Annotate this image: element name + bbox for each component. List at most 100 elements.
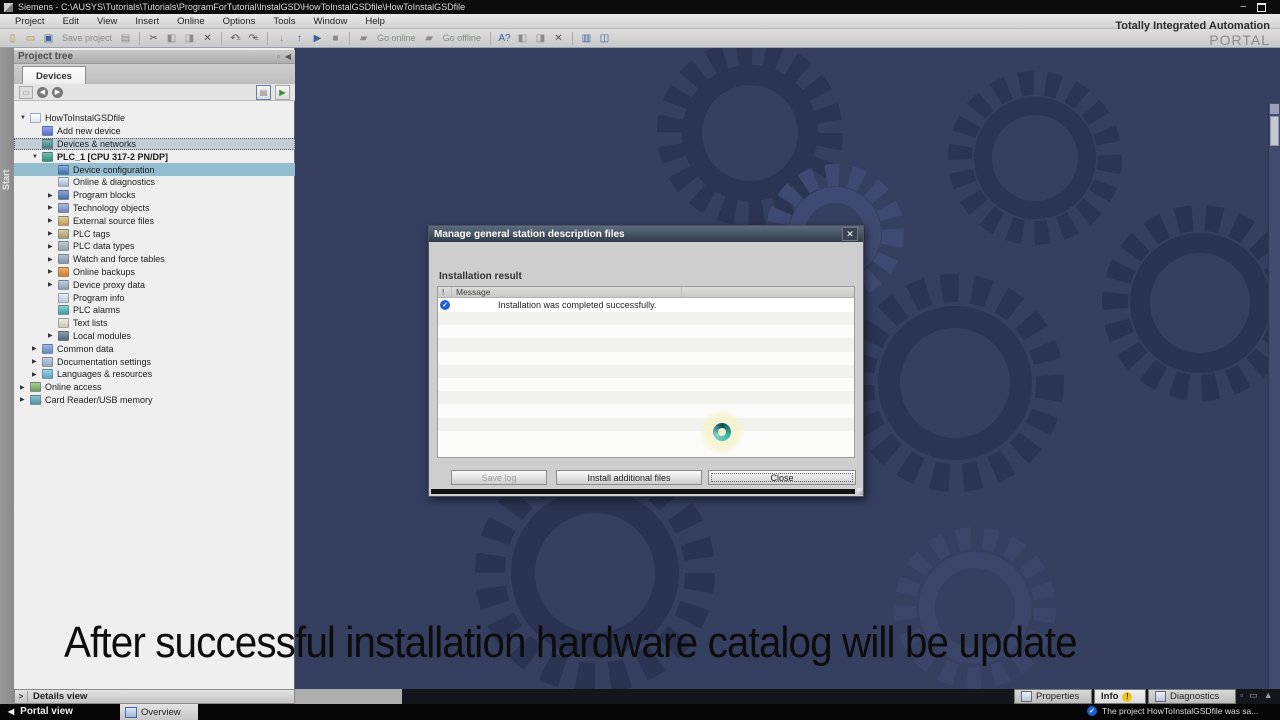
go-offline-icon[interactable]: ▰ — [422, 31, 437, 45]
expand-arrow-icon[interactable]: ▶ — [32, 358, 42, 365]
save-project-icon[interactable]: ▣ — [41, 31, 56, 45]
float-panel-icon[interactable]: ▫ — [1240, 690, 1243, 701]
tree-item-local-modules[interactable]: ▶ Local modules — [14, 330, 295, 343]
dialog-close-icon[interactable]: ✕ — [842, 227, 858, 241]
expand-arrow-icon[interactable]: ▶ — [48, 217, 58, 224]
expand-arrow-icon[interactable]: ▶ — [48, 243, 58, 250]
expand-arrow-icon[interactable]: ▶ — [48, 281, 58, 288]
enable-project-library-icon[interactable]: ▶ — [275, 84, 290, 100]
menu-help[interactable]: Help — [356, 16, 394, 27]
tree-item-program-blocks[interactable]: ▶ Program blocks — [14, 189, 295, 202]
menu-online[interactable]: Online — [168, 16, 213, 27]
go-online-icon[interactable]: ▰ — [356, 31, 371, 45]
tree-item-device-proxy-data[interactable]: ▶ Device proxy data — [14, 278, 295, 291]
split-editor-vertical-icon[interactable]: ◫ — [597, 31, 612, 45]
download-to-device-icon[interactable]: ↓ — [274, 31, 289, 45]
copy-icon[interactable]: ◧ — [164, 31, 179, 45]
vertical-scrollbar[interactable] — [1268, 103, 1280, 689]
split-editor-horizontal-icon[interactable]: ▥ — [579, 31, 594, 45]
menu-view[interactable]: View — [88, 16, 126, 27]
details-view-bar[interactable]: > Details view — [14, 689, 295, 704]
scrollbar-thumb[interactable] — [1270, 116, 1279, 146]
open-project-icon[interactable]: ▭ — [23, 31, 38, 45]
tab-devices[interactable]: Devices — [22, 66, 86, 85]
minimize-icon[interactable]: – — [1240, 1, 1246, 12]
expand-arrow-icon[interactable]: ▶ — [20, 396, 30, 403]
expand-arrow-icon[interactable]: ▶ — [32, 371, 42, 378]
collapse-arrow-icon[interactable]: ▼ — [20, 115, 30, 121]
paste-icon[interactable]: ◨ — [182, 31, 197, 45]
expand-arrow-icon[interactable]: ▶ — [32, 345, 42, 352]
menu-project[interactable]: Project — [6, 16, 54, 27]
new-project-icon[interactable]: ▯ — [5, 31, 20, 45]
scroll-up-icon[interactable] — [1270, 104, 1279, 114]
tree-item-howtoinstalgsdfile[interactable]: ▼ HowToInstalGSDfile — [14, 112, 295, 125]
expand-arrow-icon[interactable]: ▶ — [48, 268, 58, 275]
close-editor-icon[interactable]: ✕ — [551, 31, 566, 45]
go-offline-button[interactable]: Go offline — [443, 33, 481, 43]
tree-item-text-lists[interactable]: Text lists — [14, 317, 295, 330]
start-simulation-icon[interactable]: ◧ — [515, 31, 530, 45]
undo-icon[interactable]: ↶ ± — [228, 31, 243, 45]
tab-overview[interactable]: Overview — [120, 704, 198, 720]
tree-item-online-backups[interactable]: ▶ Online backups — [14, 266, 295, 279]
tree-item-devices-networks[interactable]: Devices & networks — [14, 137, 295, 151]
expand-arrow-icon[interactable]: ▶ — [20, 384, 30, 391]
tree-item-card-reader-usb-memory[interactable]: ▶ Card Reader/USB memory — [14, 394, 295, 407]
tree-item-device-configuration[interactable]: Device configuration — [14, 163, 295, 176]
menu-tools[interactable]: Tools — [264, 16, 304, 27]
menu-insert[interactable]: Insert — [126, 16, 168, 27]
portal-view-button[interactable]: ◀ Portal view — [8, 706, 73, 717]
stop-cpu-icon[interactable]: ■ — [328, 31, 343, 45]
tree-item-add-new-device[interactable]: Add new device — [14, 125, 295, 138]
delete-icon[interactable]: ✕ — [200, 31, 215, 45]
expand-arrow-icon[interactable]: ▶ — [48, 332, 58, 339]
collapse-arrow-icon[interactable]: ▼ — [32, 154, 42, 160]
new-folder-icon[interactable]: ▭ — [19, 85, 33, 99]
navigate-forward-icon[interactable]: ▶ — [52, 86, 63, 98]
expand-details-icon[interactable]: > — [15, 691, 28, 702]
tree-item-online-diagnostics[interactable]: Online & diagnostics — [14, 176, 295, 189]
tree-item-plc-data-types[interactable]: ▶ PLC data types — [14, 240, 295, 253]
filter-view-icon[interactable]: ▤ — [256, 84, 271, 100]
menu-window[interactable]: Window — [305, 16, 357, 27]
expand-arrow-icon[interactable]: ▶ — [48, 256, 58, 263]
expand-arrow-icon[interactable]: ▶ — [48, 204, 58, 211]
navigate-back-icon[interactable]: ◀ — [37, 86, 48, 98]
save-project-button[interactable]: Save project — [62, 33, 112, 43]
tree-item-plc-tags[interactable]: ▶ PLC tags — [14, 227, 295, 240]
install-additional-files-button[interactable]: Install additional files — [556, 470, 702, 485]
start-side-tab[interactable]: Start — [0, 48, 15, 704]
tab-info[interactable]: Info ! — [1094, 689, 1146, 704]
go-online-button[interactable]: Go online — [377, 33, 416, 43]
tree-item-plc-alarms[interactable]: PLC alarms — [14, 304, 295, 317]
collapse-panel-icon[interactable]: ◀ — [285, 52, 291, 61]
tab-diagnostics[interactable]: Diagnostics — [1148, 689, 1236, 704]
auto-collapse-icon[interactable]: ▫ — [277, 52, 280, 61]
expand-arrow-icon[interactable]: ▶ — [48, 230, 58, 237]
save-log-button[interactable]: Save log — [451, 470, 547, 485]
print-icon[interactable]: ▤ — [118, 31, 133, 45]
restore-icon[interactable] — [1257, 3, 1266, 12]
tree-item-program-info[interactable]: Program info — [14, 291, 295, 304]
cut-icon[interactable]: ✂ — [146, 31, 161, 45]
minimize-panel-icon[interactable]: ▭ — [1249, 690, 1258, 701]
upload-from-device-icon[interactable]: ↑ — [292, 31, 307, 45]
tree-item-languages-resources[interactable]: ▶ Languages & resources — [14, 368, 295, 381]
redo-icon[interactable]: ↷ ± — [246, 31, 261, 45]
dialog-resize-handle[interactable] — [857, 488, 863, 495]
tab-properties[interactable]: Properties — [1014, 689, 1092, 704]
menu-edit[interactable]: Edit — [54, 16, 88, 27]
tree-item-external-source-files[interactable]: ▶ External source files — [14, 214, 295, 227]
cross-references-icon[interactable]: ◨ — [533, 31, 548, 45]
tree-item-technology-objects[interactable]: ▶ Technology objects — [14, 202, 295, 215]
tree-item-watch-and-force-tables[interactable]: ▶ Watch and force tables — [14, 253, 295, 266]
menu-options[interactable]: Options — [214, 16, 265, 27]
tree-item-online-access[interactable]: ▶ Online access — [14, 381, 295, 394]
expand-arrow-icon[interactable]: ▶ — [48, 192, 58, 199]
dialog-titlebar[interactable]: Manage general station description files… — [429, 226, 863, 242]
accessible-devices-icon[interactable]: A? — [497, 31, 512, 45]
tree-item-documentation-settings[interactable]: ▶ Documentation settings — [14, 355, 295, 368]
tree-item-common-data[interactable]: ▶ Common data — [14, 342, 295, 355]
expand-panel-icon[interactable]: ▲ — [1264, 690, 1273, 701]
